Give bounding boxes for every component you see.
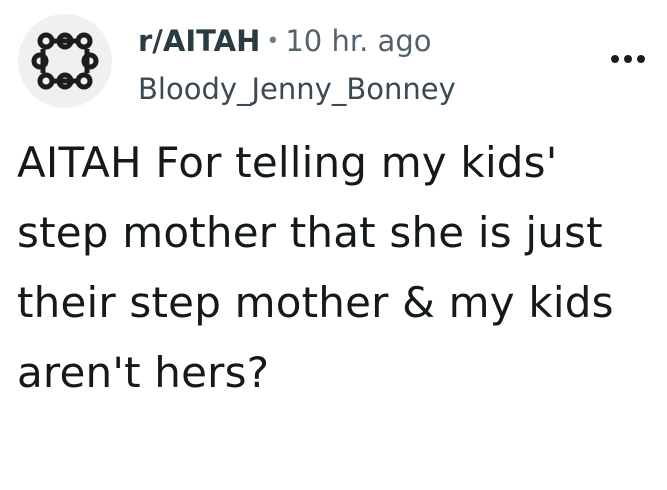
more-options-icon-dot bbox=[624, 55, 632, 63]
community-name[interactable]: r/AITAH bbox=[138, 24, 260, 58]
post-title[interactable]: AITAH For telling my kids' step mother t… bbox=[17, 128, 647, 408]
more-options-icon-dot bbox=[637, 55, 645, 63]
post-header: r/AITAH • 10 hr. ago Bloody_Jenny_Bonney bbox=[18, 14, 650, 110]
community-network-icon bbox=[31, 32, 99, 90]
meta-separator: • bbox=[266, 29, 280, 54]
post-meta: r/AITAH • 10 hr. ago Bloody_Jenny_Bonney bbox=[138, 24, 590, 106]
meta-line: r/AITAH • 10 hr. ago bbox=[138, 24, 590, 62]
post-time: 10 hr. ago bbox=[285, 24, 432, 58]
more-options-icon bbox=[611, 55, 619, 63]
more-options-button[interactable] bbox=[606, 44, 650, 74]
community-avatar[interactable] bbox=[18, 14, 112, 108]
author-name[interactable]: Bloody_Jenny_Bonney bbox=[138, 72, 590, 106]
